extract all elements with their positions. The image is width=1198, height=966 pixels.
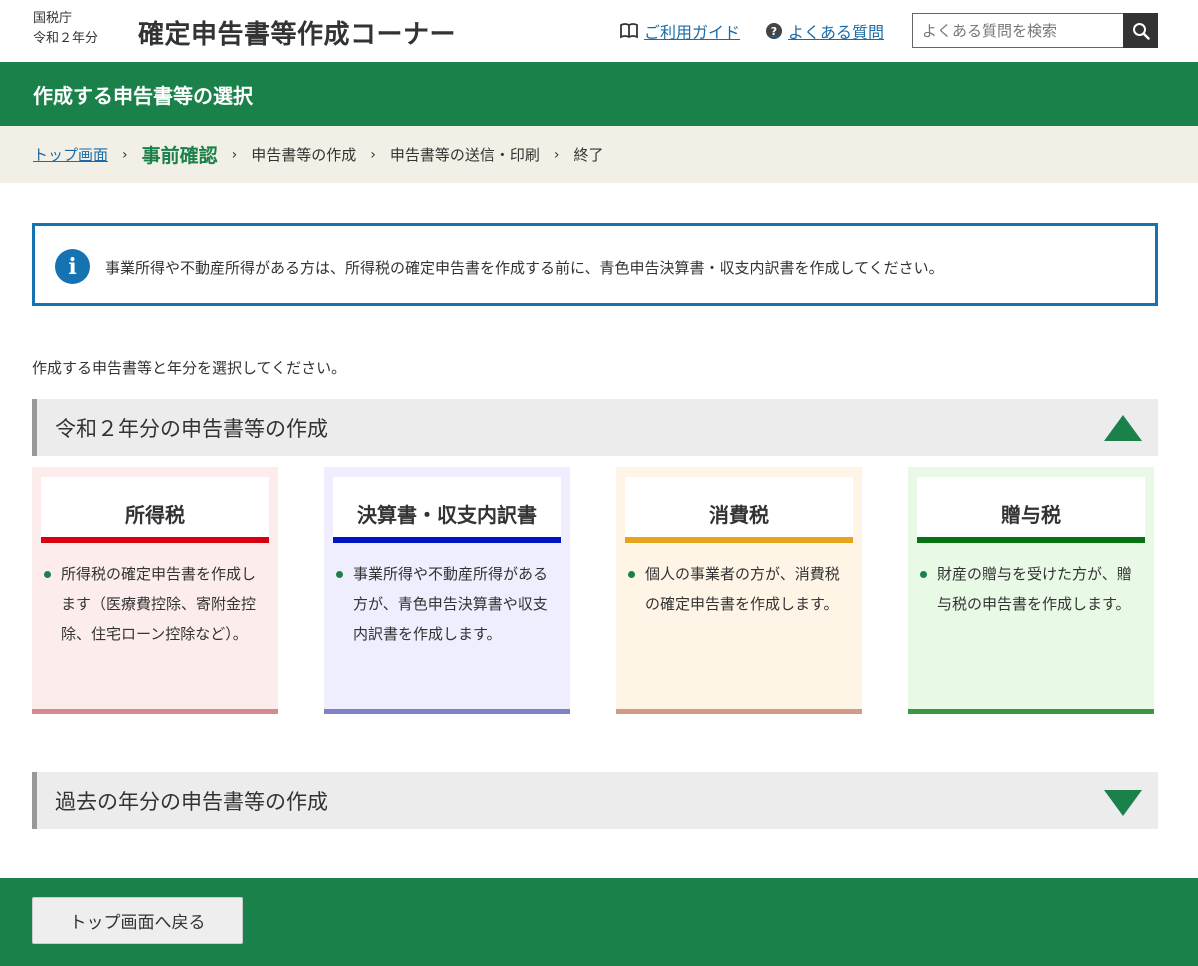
chevron-right-icon: ›: [370, 146, 376, 163]
card-bottom-border: [324, 709, 570, 714]
info-message: 事業所得や不動産所得がある方は、所得税の確定申告書を作成する前に、青色申告決算書…: [105, 259, 944, 277]
back-to-top-button[interactable]: トップ画面へ戻る: [32, 897, 243, 944]
income-tax-card[interactable]: 所得税 所得税の確定申告書を作成します（医療費控除、寄附金控除、住宅ローン控除な…: [32, 467, 278, 714]
site-header: 国税庁 令和２年分 確定申告書等作成コーナー ご利用ガイド ? よくある質問: [0, 0, 1198, 62]
past-year-section-title[interactable]: 過去の年分の申告書等の作成: [55, 786, 328, 816]
card-header: 贈与税: [917, 477, 1145, 543]
card-title: 贈与税: [1001, 503, 1061, 527]
chevron-right-icon: ›: [231, 146, 238, 163]
current-year-section-toggle[interactable]: 令和２年分の申告書等の作成: [32, 399, 1158, 456]
chevron-right-icon: ›: [553, 146, 560, 163]
instruction-text: 作成する申告書等と年分を選択してください。: [32, 359, 347, 377]
faq-link[interactable]: ? よくある質問: [766, 19, 884, 43]
gift-tax-card[interactable]: 贈与税 財産の贈与を受けた方が、贈与税の申告書を作成します。: [908, 467, 1154, 714]
breadcrumb-top-link[interactable]: トップ画面: [33, 144, 108, 165]
card-description: 財産の贈与を受けた方が、贈与税の申告書を作成します。: [920, 559, 1142, 619]
card-title: 消費税: [709, 503, 769, 527]
card-description: 事業所得や不動産所得がある方が、青色申告決算書や収支内訳書を作成します。: [336, 559, 558, 649]
user-guide-label[interactable]: ご利用ガイド: [644, 19, 740, 43]
breadcrumb-step-send-print: 申告書等の送信・印刷: [389, 146, 540, 164]
current-year-section-title[interactable]: 令和２年分の申告書等の作成: [55, 413, 328, 443]
tax-year-label: 令和２年分: [33, 31, 99, 46]
card-accent-bar: [917, 537, 1145, 543]
question-icon: ?: [766, 23, 782, 39]
faq-search: [912, 13, 1158, 48]
bullet-dot-icon: [628, 571, 635, 578]
book-icon: [620, 23, 638, 39]
card-bottom-border: [32, 709, 278, 714]
card-bottom-border: [908, 709, 1154, 714]
financial-statement-card[interactable]: 決算書・収支内訳書 事業所得や不動産所得がある方が、青色申告決算書や収支内訳書を…: [324, 467, 570, 714]
card-accent-bar: [41, 537, 269, 543]
card-accent-bar: [625, 537, 853, 543]
card-header: 決算書・収支内訳書: [333, 477, 561, 543]
card-header: 消費税: [625, 477, 853, 543]
site-title[interactable]: 確定申告書等作成コーナー: [138, 14, 456, 51]
card-bottom-border: [616, 709, 862, 714]
page-title: 作成する申告書等の選択: [33, 84, 253, 108]
chevron-right-icon: ›: [122, 146, 128, 163]
bullet-dot-icon: [44, 571, 51, 578]
search-icon: [1132, 22, 1150, 40]
breadcrumb-step-create: 申告書等の作成: [251, 146, 357, 164]
faq-label[interactable]: よくある質問: [788, 19, 884, 43]
consumption-tax-card[interactable]: 消費税 個人の事業者の方が、消費税の確定申告書を作成します。: [616, 467, 862, 714]
card-accent-bar: [333, 537, 561, 543]
past-year-section-toggle[interactable]: 過去の年分の申告書等の作成: [32, 772, 1158, 829]
user-guide-link[interactable]: ご利用ガイド: [620, 19, 740, 43]
search-button[interactable]: [1123, 13, 1158, 48]
bullet-dot-icon: [336, 571, 343, 578]
card-description: 個人の事業者の方が、消費税の確定申告書を作成します。: [628, 559, 850, 619]
breadcrumb: トップ画面 › 事前確認 › 申告書等の作成 › 申告書等の送信・印刷 › 終了: [0, 126, 1198, 183]
triangle-down-icon: [1104, 790, 1142, 816]
card-description: 所得税の確定申告書を作成します（医療費控除、寄附金控除、住宅ローン控除など）。: [44, 559, 266, 649]
card-title: 決算書・収支内訳書: [357, 503, 537, 527]
triangle-up-icon: [1104, 415, 1142, 441]
breadcrumb-step-finish: 終了: [573, 146, 604, 164]
info-icon: i: [55, 249, 90, 284]
card-title: 所得税: [125, 503, 185, 527]
agency-label: 国税庁 令和２年分: [33, 9, 98, 49]
card-header: 所得税: [41, 477, 269, 543]
bullet-dot-icon: [920, 571, 927, 578]
breadcrumb-current-step: 事前確認: [141, 145, 218, 167]
agency-name: 国税庁: [33, 11, 73, 26]
faq-search-input[interactable]: [912, 13, 1123, 48]
info-notice: i 事業所得や不動産所得がある方は、所得税の確定申告書を作成する前に、青色申告決…: [32, 223, 1158, 306]
page-title-band: 作成する申告書等の選択: [0, 62, 1198, 126]
page-footer: トップ画面へ戻る: [0, 878, 1198, 966]
